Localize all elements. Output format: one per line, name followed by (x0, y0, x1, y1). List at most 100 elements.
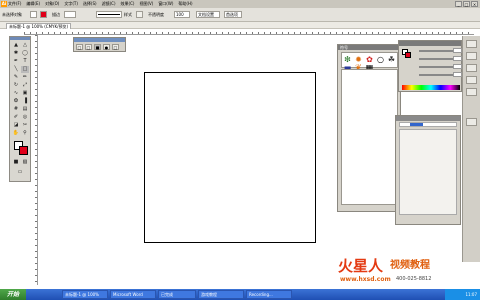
taskbar-item-word[interactable]: Microsoft Word (110, 290, 156, 299)
control-bar: 未选择对象 描边 样式 不透明度 100 文档设置 首选项 (0, 8, 480, 22)
title-bar: Ai 文件(F) 编辑(E) 对象(O) 文字(T) 选择(S) 滤镜(C) 效… (0, 0, 480, 8)
watermark-subtitle: 视频教程 (390, 260, 430, 271)
taskbar-item-recording[interactable]: Recording... (246, 290, 292, 299)
symbol-sprayer-icon[interactable]: ❂ (12, 98, 20, 105)
graph-icon[interactable]: ▐ (21, 98, 29, 105)
black-value-field[interactable] (453, 72, 462, 77)
panel-option-5-icon[interactable]: □ (112, 44, 119, 50)
mesh-icon[interactable]: # (12, 106, 20, 113)
menu-object[interactable]: 对象(O) (45, 1, 59, 7)
warp-icon[interactable]: ∿ (12, 90, 20, 97)
watermark-url: www.hxsd.com (340, 276, 391, 283)
minimize-button[interactable]: _ (455, 1, 462, 7)
floating-panel-grip[interactable] (74, 38, 125, 42)
style-swatch[interactable] (136, 11, 143, 18)
direct-select-icon[interactable]: △ (21, 42, 29, 49)
free-transform-icon[interactable]: ▣ (21, 90, 29, 97)
color-panel (398, 40, 462, 92)
symbols-area (341, 69, 398, 205)
brush-dropdown[interactable] (96, 11, 122, 18)
dock-stroke-icon[interactable] (466, 88, 477, 96)
rect-icon[interactable]: □ (21, 66, 29, 73)
magic-wand-icon[interactable]: ✱ (12, 50, 20, 57)
menu-edit[interactable]: 编辑(E) (26, 1, 40, 7)
opacity-field[interactable]: 100 (174, 11, 190, 18)
start-button[interactable]: 开始 (0, 289, 26, 300)
rotate-icon[interactable]: ↻ (12, 82, 20, 89)
layers-panel-header[interactable] (396, 116, 460, 121)
menu-effect[interactable]: 效果(C) (121, 1, 135, 7)
dock-layers-icon[interactable] (466, 118, 477, 126)
zoom-icon[interactable]: ⚲ (21, 130, 29, 137)
color-mode-icon[interactable]: ■ (12, 159, 20, 166)
dock-symbols-icon[interactable] (466, 76, 477, 84)
selection-arrow-icon[interactable]: ▲ (12, 42, 20, 49)
menu-select[interactable]: 选择(S) (83, 1, 97, 7)
menu-filter[interactable]: 滤镜(C) (102, 1, 116, 7)
menu-window[interactable]: 窗口(W) (158, 1, 173, 7)
toolbox-grip[interactable] (10, 37, 30, 40)
maximize-button[interactable]: □ (463, 1, 470, 7)
watermark: 火星人 视频教程 www.hxsd.com 400-025-8812 (338, 257, 466, 287)
document-setup-button[interactable]: 文档设置 (196, 11, 220, 18)
lasso-icon[interactable]: ◯ (21, 50, 29, 57)
menu-type[interactable]: 文字(T) (64, 1, 78, 7)
menu-help[interactable]: 帮助(H) (178, 1, 192, 7)
magenta-value-field[interactable] (453, 56, 462, 61)
gradient-icon[interactable]: ▤ (21, 106, 29, 113)
panel-option-2-icon[interactable]: □ (85, 44, 92, 50)
panel-option-3-icon[interactable]: ■ (94, 44, 101, 50)
scale-icon[interactable]: ⤢ (21, 82, 29, 89)
document-tab-bar: 未标题-1 @ 100% (CMYK/预览) (0, 22, 480, 29)
stroke-color-swatch[interactable] (19, 146, 28, 155)
layers-panel (395, 115, 461, 225)
menu-bar: 文件(F) 编辑(E) 对象(O) 文字(T) 选择(S) 滤镜(C) 效果(C… (8, 0, 193, 8)
line-icon[interactable]: ╲ (12, 66, 20, 73)
artboard[interactable] (144, 72, 316, 243)
fill-swatch[interactable] (30, 11, 37, 18)
screen-mode-icon[interactable]: ▭ (16, 169, 24, 176)
leaf-icon[interactable]: ☘ (387, 55, 396, 64)
blob-icon[interactable]: ○ (376, 55, 385, 64)
panel-dock (462, 36, 480, 262)
floating-panel: □ □ ■ ● □ (73, 37, 126, 52)
preferences-button[interactable]: 首选项 (224, 11, 242, 18)
dock-brushes-icon[interactable] (466, 64, 477, 72)
yellow-value-field[interactable] (453, 64, 462, 69)
color-spectrum[interactable] (402, 85, 460, 90)
slice-icon[interactable]: ◪ (12, 122, 20, 129)
color-panel-header[interactable] (399, 41, 461, 46)
taskbar-item-tutorial[interactable]: 游戏教程 (198, 290, 244, 299)
pen-icon[interactable]: ✒ (12, 58, 20, 65)
vertical-ruler[interactable] (32, 35, 38, 285)
eyedropper-icon[interactable]: ✐ (12, 114, 20, 121)
layers-footer (396, 216, 460, 224)
taskbar-item-done[interactable]: 已完成 (158, 290, 196, 299)
pencil-icon[interactable]: ✏ (21, 74, 29, 81)
hand-icon[interactable]: ✋ (12, 130, 20, 137)
taskbar-item-illustrator[interactable]: 未标题-1 @ 100% (62, 290, 108, 299)
dock-swatches-icon[interactable] (466, 52, 477, 60)
menu-view[interactable]: 视图(V) (139, 1, 153, 7)
panel-option-1-icon[interactable]: □ (76, 44, 83, 50)
symbols-panel-title[interactable]: 符号 (338, 45, 400, 50)
stroke-weight-field[interactable] (64, 11, 76, 18)
blend-icon[interactable]: ◎ (21, 114, 29, 121)
cyan-value-field[interactable] (453, 48, 462, 53)
dock-color-icon[interactable] (466, 40, 477, 48)
horizontal-ruler[interactable] (24, 29, 474, 35)
brush-icon[interactable]: ✎ (12, 74, 20, 81)
stroke-swatch[interactable] (40, 11, 47, 18)
system-tray-clock[interactable]: 11:07 (445, 289, 480, 300)
close-button[interactable]: × (471, 1, 478, 7)
layer-row[interactable] (399, 122, 457, 127)
gradient-mode-icon[interactable]: ▧ (21, 159, 29, 166)
scissors-icon[interactable]: ✂ (21, 122, 29, 129)
menu-file[interactable]: 文件(F) (8, 1, 21, 7)
object-status-label: 未选择对象 (2, 12, 22, 17)
panel-option-4-icon[interactable]: ● (103, 44, 110, 50)
type-icon[interactable]: T (21, 58, 29, 65)
app-logo-icon: Ai (1, 1, 7, 7)
watermark-phone: 400-025-8812 (396, 276, 432, 282)
color-stroke-swatch[interactable] (405, 52, 411, 58)
